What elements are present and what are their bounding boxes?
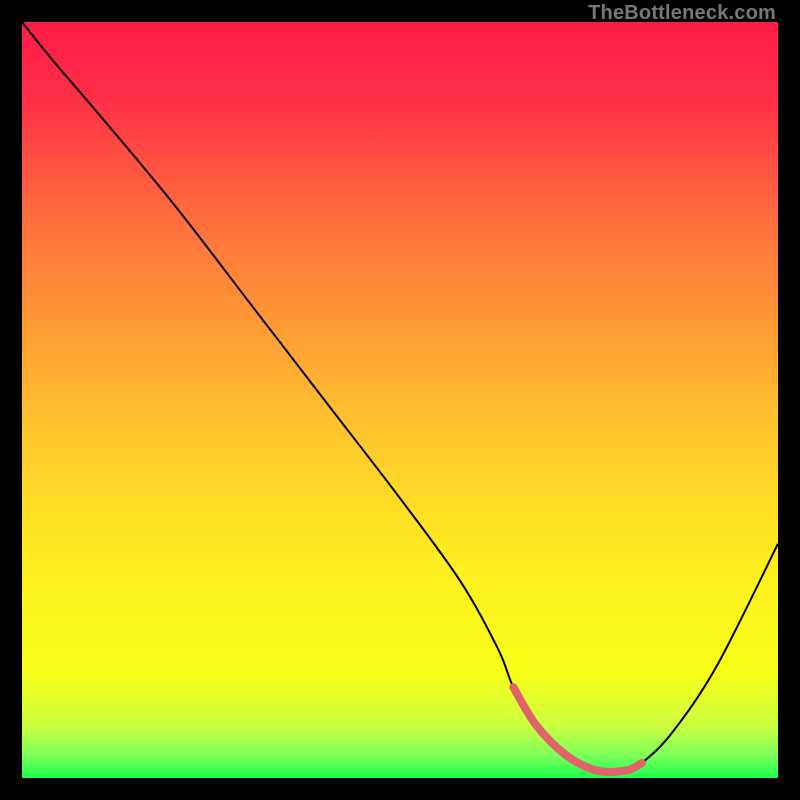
chart-frame: TheBottleneck.com [0,0,800,800]
plot-area [22,22,778,778]
gradient-background [22,22,778,778]
watermark-text: TheBottleneck.com [588,2,776,25]
chart-svg [22,22,778,778]
